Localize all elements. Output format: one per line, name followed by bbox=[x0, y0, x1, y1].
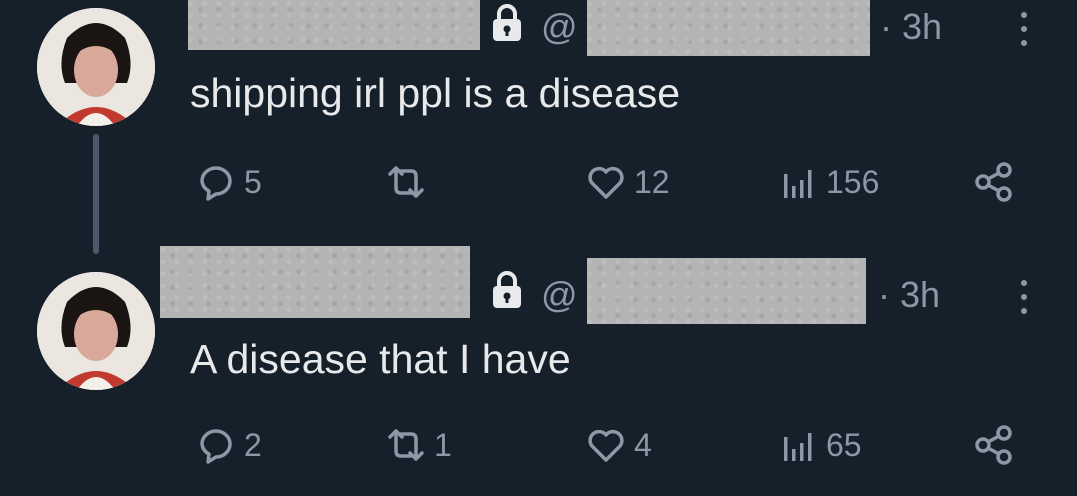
handle-at: @ bbox=[541, 6, 578, 47]
bar-chart-icon bbox=[784, 433, 812, 461]
like-button[interactable]: 4 bbox=[584, 423, 652, 467]
timestamp[interactable]: · 3h bbox=[878, 274, 940, 316]
reply-count: 5 bbox=[244, 163, 262, 200]
like-button[interactable]: 12 bbox=[584, 160, 670, 204]
tweet-text: shipping irl ppl is a disease bbox=[190, 70, 680, 116]
views-button[interactable]: 65 bbox=[776, 423, 862, 467]
like-count: 12 bbox=[634, 163, 670, 200]
handle-redacted bbox=[587, 0, 870, 56]
more-options-icon[interactable] bbox=[1019, 12, 1029, 52]
share-nodes-icon bbox=[975, 162, 1012, 202]
lock-icon bbox=[493, 4, 521, 41]
repost-count: 1 bbox=[434, 426, 452, 463]
tweet-1[interactable]: @ · 3h shipping irl ppl is a disease 5 1… bbox=[0, 0, 1077, 240]
repost-button[interactable]: 1 bbox=[384, 423, 452, 467]
lock-icon bbox=[493, 271, 521, 308]
display-name-redacted bbox=[160, 246, 470, 318]
share-button[interactable] bbox=[972, 160, 1016, 204]
heart-icon bbox=[588, 429, 624, 462]
view-count: 65 bbox=[826, 426, 862, 463]
handle-at: @ bbox=[541, 274, 578, 315]
avatar[interactable] bbox=[37, 8, 155, 126]
share-nodes-icon bbox=[975, 425, 1012, 465]
tweet-2[interactable]: @ · 3h A disease that I have 2 1 4 65 bbox=[0, 240, 1077, 496]
share-button[interactable] bbox=[972, 423, 1016, 467]
repost-arrows-icon bbox=[388, 166, 424, 198]
reply-button[interactable]: 5 bbox=[194, 160, 262, 204]
like-count: 4 bbox=[634, 426, 652, 463]
reply-count: 2 bbox=[244, 426, 262, 463]
more-options-icon[interactable] bbox=[1019, 280, 1029, 320]
bar-chart-icon bbox=[784, 170, 812, 198]
reply-bubble-icon bbox=[200, 429, 232, 464]
repost-arrows-icon bbox=[388, 429, 424, 461]
reply-bubble-icon bbox=[200, 166, 232, 201]
views-button[interactable]: 156 bbox=[776, 160, 879, 204]
repost-button[interactable] bbox=[384, 160, 434, 204]
heart-icon bbox=[588, 166, 624, 199]
handle-redacted bbox=[587, 258, 866, 324]
view-count: 156 bbox=[826, 163, 880, 200]
display-name-redacted bbox=[188, 0, 480, 50]
timestamp[interactable]: · 3h bbox=[880, 6, 942, 48]
avatar[interactable] bbox=[37, 272, 155, 390]
tweet-text: A disease that I have bbox=[190, 336, 571, 382]
reply-button[interactable]: 2 bbox=[194, 423, 262, 467]
